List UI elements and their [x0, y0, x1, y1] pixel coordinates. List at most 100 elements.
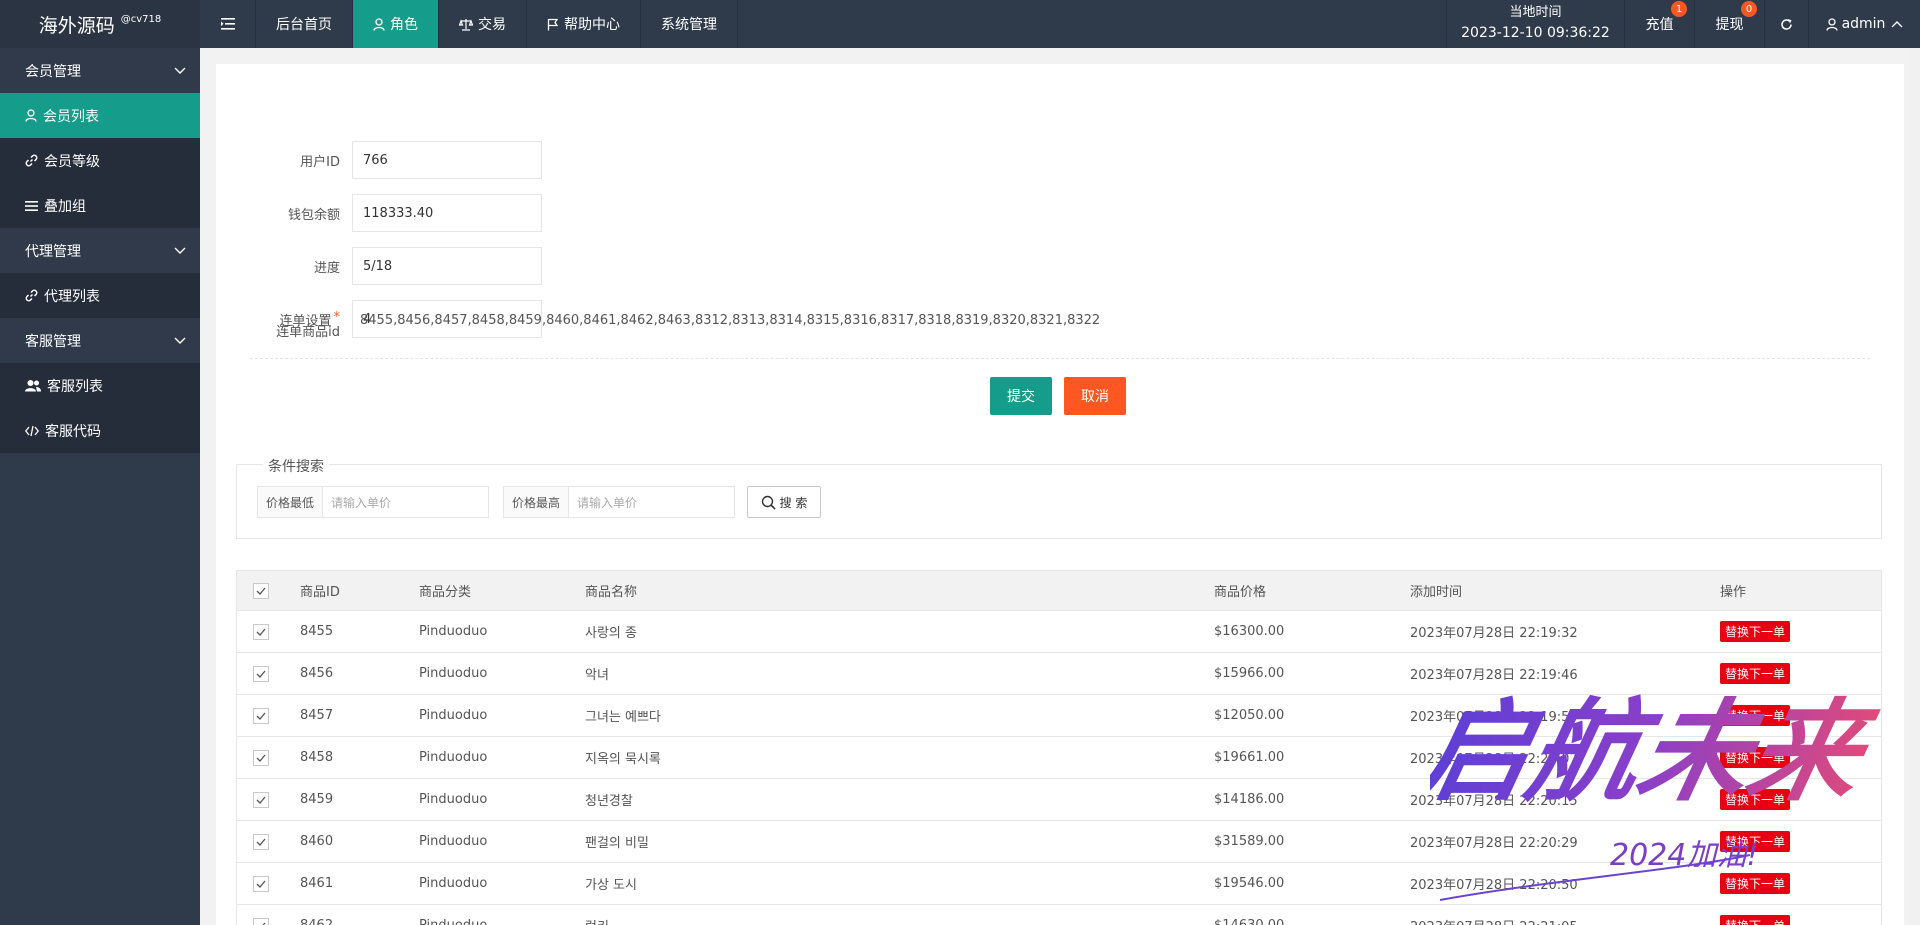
local-time: 当地时间 2023-12-10 09:36:22 — [1446, 0, 1624, 48]
combo-ids-label: 连单商品id — [276, 325, 340, 340]
user-id-label: 用户ID — [300, 154, 340, 170]
cell-name: 가상 도시 — [585, 878, 637, 893]
cell-price: $19546.00 — [1214, 876, 1285, 891]
cell-time: 2023年07月28日 22:20:15 — [1410, 794, 1578, 809]
cell-id: 8455 — [300, 624, 334, 639]
nav-item-role[interactable]: 角色 — [353, 0, 439, 48]
col-time: 添加时间 — [1410, 585, 1463, 600]
replace-next-button[interactable]: 替换下一单 — [1720, 831, 1791, 852]
row-checkbox[interactable] — [253, 623, 269, 640]
replace-next-button[interactable]: 替换下一单 — [1720, 747, 1791, 768]
sidebar: 会员管理 会员列表 会员等级 叠加组 代理管理 代理列表 客服管理 客服列表 客… — [0, 48, 200, 925]
form-divider — [250, 358, 1870, 359]
cell-price: $14630.00 — [1214, 905, 1284, 925]
check-icon — [256, 880, 266, 888]
replace-next-button[interactable]: 替换下一单 — [1720, 705, 1791, 726]
row-checkbox[interactable] — [253, 917, 269, 925]
cell-id: 8462 — [300, 905, 333, 925]
list-icon — [25, 200, 38, 211]
top-nav: 后台首页 角色 交易 帮助中心 系统管理 — [256, 0, 738, 48]
sidebar-item-stack-group[interactable]: 叠加组 — [0, 183, 200, 228]
price-min-input[interactable]: 请输入单价 — [323, 487, 488, 517]
cell-name: 럭키 — [585, 905, 609, 925]
brand-name: 海外源码 — [38, 14, 115, 37]
check-icon — [256, 628, 266, 636]
row-checkbox[interactable] — [253, 749, 269, 766]
cell-name: 팬걸의 비밀 — [585, 836, 649, 851]
sidebar-item-member-list[interactable]: 会员列表 — [0, 93, 200, 138]
row-checkbox[interactable] — [253, 665, 269, 682]
sidebar-item-service-list[interactable]: 客服列表 — [0, 363, 200, 408]
sidebar-item-service-code[interactable]: 客服代码 — [0, 408, 200, 453]
form-row-user-id: 用户ID 766 — [216, 141, 542, 179]
cell-time: 2023年07月28日 22:21:05 — [1410, 905, 1578, 925]
cell-name: 그녀는 예쁘다 — [585, 710, 661, 725]
sidebar-group-service[interactable]: 客服管理 — [0, 318, 200, 363]
table-body: 8455 Pinduoduo 사랑의 종 $16300.00 2023年07月28日 2… — [237, 611, 1881, 925]
nav-item-system[interactable]: 系统管理 — [641, 0, 738, 48]
cell-category: Pinduoduo — [419, 792, 488, 807]
row-checkbox[interactable] — [253, 707, 269, 724]
col-action: 操作 — [1720, 585, 1747, 600]
cancel-button[interactable]: 取消 — [1064, 377, 1126, 415]
table-row: 8456 Pinduoduo 악녀 $15966.00 2023年07月28日 22:1… — [237, 653, 1881, 695]
progress-label: 进度 — [313, 260, 340, 276]
withdraw-button[interactable]: 提现 0 — [1694, 0, 1764, 48]
sidebar-group-agent[interactable]: 代理管理 — [0, 228, 200, 273]
sidebar-group-member[interactable]: 会员管理 — [0, 48, 200, 93]
search-panel: 条件搜索 价格最低 请输入单价 价格最高 请输入单价 搜 索 — [236, 456, 1882, 539]
balance-label: 钱包余额 — [287, 207, 340, 223]
edit-card: 用户ID 766 钱包余额 118333.40 进度 5/18 连单设置 * 4 … — [216, 64, 1904, 925]
balance-field[interactable]: 118333.40 — [352, 194, 542, 232]
cell-price: $19661.00 — [1214, 750, 1285, 765]
cell-name: 지옥의 묵시록 — [585, 752, 661, 767]
row-checkbox[interactable] — [253, 833, 269, 850]
submit-button[interactable]: 提交 — [990, 377, 1052, 415]
refresh-button[interactable] — [1764, 0, 1808, 48]
price-max-input[interactable]: 请输入单价 — [569, 487, 734, 517]
replace-next-button[interactable]: 替换下一单 — [1720, 621, 1791, 642]
logo[interactable]: 海外源码 @cv718 — [0, 0, 200, 48]
replace-next-button[interactable]: 替换下一单 — [1720, 789, 1791, 810]
replace-next-button[interactable]: 替换下一单 — [1720, 915, 1791, 925]
user-id-field[interactable]: 766 — [352, 141, 542, 179]
col-id: 商品ID — [300, 585, 340, 600]
local-time-label: 当地时间 — [1509, 5, 1562, 20]
cell-category: Pinduoduo — [419, 834, 488, 849]
cell-id: 8461 — [300, 876, 334, 891]
progress-field[interactable]: 5/18 — [352, 247, 542, 285]
cell-category: Pinduoduo — [419, 624, 488, 639]
cell-category: Pinduoduo — [419, 876, 488, 891]
select-all-checkbox[interactable] — [253, 582, 269, 599]
nav-item-trade[interactable]: 交易 — [439, 0, 527, 48]
cell-time: 2023年07月28日 22:20:50 — [1410, 878, 1578, 893]
check-icon — [256, 754, 266, 762]
replace-next-button[interactable]: 替换下一单 — [1720, 663, 1791, 684]
nav-item-help[interactable]: 帮助中心 — [527, 0, 641, 48]
chevron-down-icon — [174, 247, 186, 254]
row-checkbox[interactable] — [253, 791, 269, 808]
table-row: 8461 Pinduoduo 가상 도시 $19546.00 2023年07月28日 2… — [237, 863, 1881, 905]
link-icon — [25, 289, 38, 302]
page-scrollbar[interactable] — [1910, 48, 1920, 925]
menu-toggle-button[interactable] — [200, 0, 256, 48]
chevron-down-icon — [174, 337, 186, 344]
user-menu[interactable]: admin — [1808, 0, 1920, 48]
row-checkbox[interactable] — [253, 875, 269, 892]
nav-item-home[interactable]: 后台首页 — [256, 0, 353, 48]
col-category: 商品分类 — [419, 585, 472, 600]
code-icon — [25, 425, 39, 436]
search-legend: 条件搜索 — [263, 456, 329, 476]
recharge-button[interactable]: 充值 1 — [1624, 0, 1694, 48]
search-button[interactable]: 搜 索 — [747, 486, 821, 518]
replace-next-button[interactable]: 替换下一单 — [1720, 873, 1791, 894]
form-row-progress: 进度 5/18 — [216, 247, 542, 285]
sidebar-item-agent-list[interactable]: 代理列表 — [0, 273, 200, 318]
sidebar-item-member-level[interactable]: 会员等级 — [0, 138, 200, 183]
chevron-down-icon — [174, 67, 186, 74]
check-icon — [256, 670, 266, 678]
cell-name: 사랑의 종 — [585, 626, 637, 641]
link-icon — [25, 154, 38, 167]
search-icon — [761, 495, 776, 510]
price-max-group: 价格最高 请输入单价 — [503, 486, 735, 518]
